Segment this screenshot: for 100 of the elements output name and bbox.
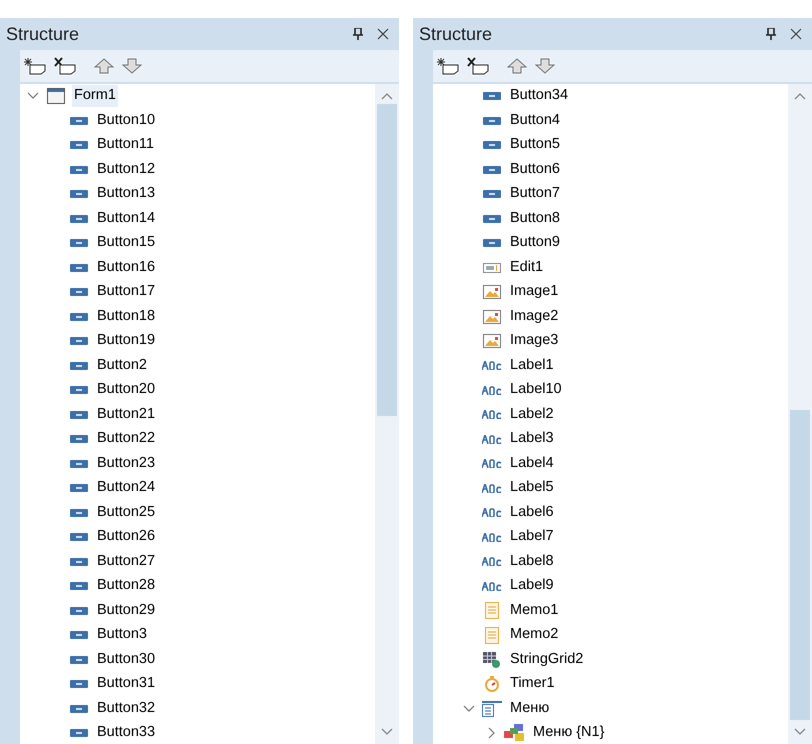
scroll-up-icon[interactable] [381,92,393,100]
button-component-icon [70,508,88,517]
tree-item[interactable]: Timer1 [508,673,557,696]
button-component-icon [70,386,88,394]
tree-item[interactable]: Button13 [95,183,158,206]
tree-item[interactable]: Label5 [508,477,556,500]
button-component-icon [70,435,88,444]
tree-item[interactable]: Label8 [508,550,556,573]
tree-item[interactable]: Button10 [95,110,158,132]
arrow-up-icon[interactable] [94,58,114,74]
arrow-down-icon[interactable] [535,58,555,74]
tree-item[interactable]: Button23 [95,452,158,475]
scroll-down-icon[interactable] [381,728,393,736]
tree-item[interactable]: Button6 [508,158,562,181]
tree-item[interactable]: Button24 [95,477,158,500]
close-icon[interactable] [377,28,389,40]
tree-item[interactable]: Button9 [508,232,562,254]
tree-item[interactable]: Button18 [95,306,158,328]
arrow-up-icon[interactable] [507,58,527,74]
tree-item[interactable]: Label2 [508,404,556,426]
button-component-icon [70,606,88,615]
label-icon [482,582,502,591]
chevron-down-icon[interactable] [27,92,39,100]
tree-item[interactable]: Label6 [508,502,556,524]
tree-item[interactable]: Label3 [508,428,556,450]
label-icon [482,532,502,542]
tree-item[interactable]: Button7 [508,183,562,206]
label-icon [482,386,502,395]
tree-item[interactable]: Button4 [508,110,562,132]
tree-item[interactable]: Image3 [508,330,560,352]
scroll-up-icon[interactable] [794,92,806,100]
tree-item[interactable]: Button34 [508,85,570,108]
tree-item[interactable]: Label7 [508,526,556,548]
scrollbar[interactable] [788,84,812,744]
tree-item[interactable]: StringGrid2 [508,648,586,671]
label-icon [482,361,502,370]
tree-item[interactable]: Button33 [95,722,158,744]
pin-icon[interactable] [766,28,776,40]
delete-item-icon[interactable] [467,57,489,75]
stopwatch-icon [484,676,500,692]
new-item-icon[interactable] [24,57,46,75]
tree-item[interactable]: Button27 [95,550,158,573]
close-icon[interactable] [790,28,802,40]
new-item-icon[interactable] [437,57,459,75]
tree-item[interactable]: Button14 [95,208,158,230]
tree-item[interactable]: Label4 [508,452,556,475]
tree-item[interactable]: Button25 [95,502,158,524]
tree-item[interactable]: Edit1 [508,256,546,279]
button-component-icon [70,214,88,223]
scroll-thumb[interactable] [790,410,810,720]
tree-item[interactable]: Button12 [95,158,158,181]
pin-icon[interactable] [353,28,363,40]
tree-item[interactable]: Label9 [508,575,556,598]
chevron-down-icon[interactable] [463,704,475,713]
tree-item[interactable]: Memo2 [508,624,560,646]
arrow-down-icon[interactable] [122,58,142,74]
scroll-down-icon[interactable] [794,728,806,736]
label-icon [482,557,502,566]
button-component-icon [483,190,501,198]
button-component-icon [70,166,88,174]
tree-item[interactable]: Button15 [95,232,158,254]
tree-item[interactable]: Button20 [95,379,158,402]
tree-item[interactable]: Button11 [95,134,156,156]
chevron-right-icon[interactable] [488,727,496,740]
button-component-icon [70,312,88,321]
button-component-icon [70,631,88,640]
tree-item[interactable]: Меню [508,698,552,720]
tree-item[interactable]: Image2 [508,306,560,328]
tree-item[interactable]: Button21 [95,404,158,426]
tree-item[interactable]: Button29 [95,600,158,622]
scrollbar[interactable] [375,84,399,744]
tree-item[interactable]: Button30 [95,648,158,671]
button-component-icon [70,410,88,419]
button-component-icon [70,558,88,566]
tree-item[interactable]: Image1 [508,281,560,304]
tree-item[interactable]: Button5 [508,134,562,156]
image-icon [483,310,501,324]
scroll-thumb[interactable] [377,104,397,416]
tree-item[interactable]: Memo1 [508,600,560,622]
button-component-icon [70,484,88,492]
tree-item[interactable]: Меню {N1} [531,722,606,744]
button-component-icon [483,92,501,100]
document-icon [485,626,499,644]
delete-item-icon[interactable] [54,57,76,75]
tree-item[interactable]: Button32 [95,698,158,720]
tree-item[interactable]: Button19 [95,330,158,352]
tree-item[interactable]: Button17 [95,281,158,304]
label-icon [482,484,502,493]
tree-item[interactable]: Button3 [95,624,149,646]
tree-item[interactable]: Button26 [95,526,158,548]
tree-item[interactable]: Form1 [72,85,118,108]
tree-item[interactable]: Button2 [95,354,149,377]
tree-item[interactable]: Button8 [508,208,562,230]
button-component-icon [70,533,88,542]
tree-item[interactable]: Button16 [95,256,158,279]
tree-item[interactable]: Button22 [95,428,158,450]
tree-item[interactable]: Label10 [508,379,564,402]
tree-item[interactable]: Button31 [95,673,158,696]
tree-item[interactable]: Label1 [508,354,556,377]
tree-item[interactable]: Button28 [95,575,158,598]
